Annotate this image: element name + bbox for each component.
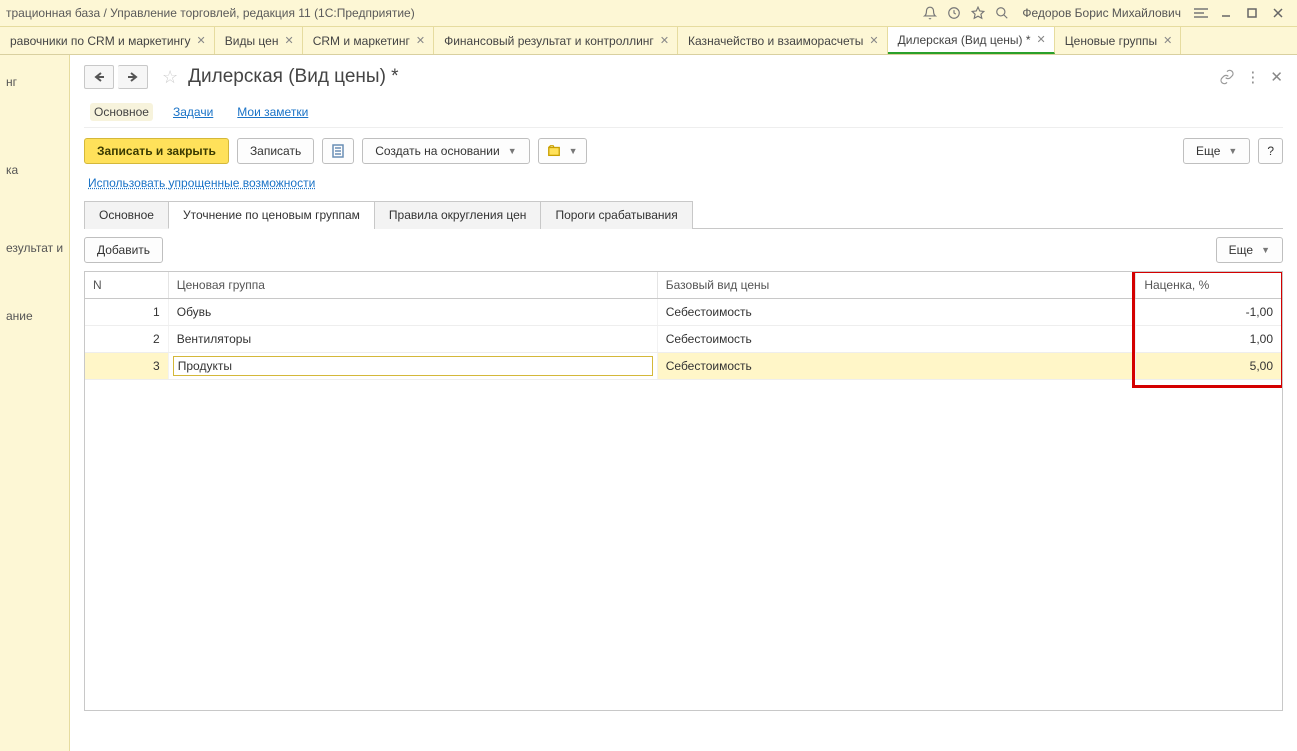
col-base-price[interactable]: Базовый вид цены <box>657 272 1136 299</box>
more-button[interactable]: Еще▼ <box>1183 138 1250 164</box>
user-name[interactable]: Федоров Борис Михайлович <box>1014 6 1189 20</box>
close-icon[interactable]: ✕ <box>197 34 206 47</box>
col-markup[interactable]: Наценка, % <box>1136 272 1282 299</box>
close-icon[interactable]: ✕ <box>416 34 425 47</box>
table-header-row: N Ценовая группа Базовый вид цены Наценк… <box>85 272 1282 299</box>
star-icon[interactable] <box>966 2 990 24</box>
form-tab-main[interactable]: Основное <box>84 201 169 229</box>
tab-price-types[interactable]: Виды цен✕ <box>215 27 303 54</box>
sidebar-item[interactable]: нг <box>4 63 65 101</box>
command-bar: Записать и закрыть Записать Создать на о… <box>84 138 1283 164</box>
section-tabs: Основное Задачи Мои заметки <box>84 99 1283 128</box>
sidebar: нг ка езультат и ание <box>0 55 70 751</box>
sidebar-item[interactable]: ание <box>4 297 65 335</box>
sidebar-item[interactable]: ка <box>4 151 65 189</box>
kebab-icon[interactable]: ⋮ <box>1245 68 1260 86</box>
table-row[interactable]: 1 Обувь Себестоимость -1,00 <box>85 299 1282 326</box>
use-simplified-link[interactable]: Использовать упрощенные возможности <box>88 176 315 190</box>
app-title: трационная база / Управление торговлей, … <box>6 6 918 20</box>
tab-price-groups[interactable]: Ценовые группы✕ <box>1055 27 1182 54</box>
close-button[interactable] <box>1265 2 1291 24</box>
section-tab-tasks[interactable]: Задачи <box>169 103 217 121</box>
close-icon[interactable]: ✕ <box>284 34 293 47</box>
close-page-icon[interactable]: ✕ <box>1270 68 1283 86</box>
tab-treasury[interactable]: Казначейство и взаиморасчеты✕ <box>678 27 888 54</box>
form-tab-rounding[interactable]: Правила округления цен <box>374 201 542 229</box>
document-tabs: равочники по CRM и маркетингу✕ Виды цен✕… <box>0 27 1297 55</box>
create-based-on-button[interactable]: Создать на основании▼ <box>362 138 529 164</box>
save-button[interactable]: Записать <box>237 138 314 164</box>
col-n[interactable]: N <box>85 272 168 299</box>
link-icon[interactable] <box>1219 69 1235 85</box>
titlebar: трационная база / Управление торговлей, … <box>0 0 1297 27</box>
form-tab-price-groups[interactable]: Уточнение по ценовым группам <box>168 201 375 229</box>
attachments-button[interactable]: ▼ <box>538 138 587 164</box>
form-tabs: Основное Уточнение по ценовым группам Пр… <box>84 200 1283 229</box>
close-icon[interactable]: ✕ <box>869 34 878 47</box>
close-icon[interactable]: ✕ <box>1037 33 1046 46</box>
section-tab-notes[interactable]: Мои заметки <box>233 103 312 121</box>
tab-crm-directories[interactable]: равочники по CRM и маркетингу✕ <box>0 27 215 54</box>
tab-financial-result[interactable]: Финансовый результат и контроллинг✕ <box>434 27 678 54</box>
tab-crm-marketing[interactable]: CRM и маркетинг✕ <box>303 27 434 54</box>
sidebar-item[interactable]: езультат и <box>4 229 65 267</box>
table-row[interactable]: 3 Продукты Себестоимость 5,00 <box>85 353 1282 380</box>
menu-icon[interactable] <box>1189 2 1213 24</box>
table-row[interactable]: 2 Вентиляторы Себестоимость 1,00 <box>85 326 1282 353</box>
price-group-edit-cell[interactable]: Продукты <box>173 356 653 376</box>
favorite-star-icon[interactable]: ☆ <box>162 67 178 88</box>
form-tab-thresholds[interactable]: Пороги срабатывания <box>540 201 692 229</box>
report-button[interactable] <box>322 138 354 164</box>
tab-dealer-price-type[interactable]: Дилерская (Вид цены) *✕ <box>888 27 1055 54</box>
search-icon[interactable] <box>990 2 1014 24</box>
history-icon[interactable] <box>942 2 966 24</box>
section-tab-main[interactable]: Основное <box>90 103 153 121</box>
bell-icon[interactable] <box>918 2 942 24</box>
page-title: Дилерская (Вид цены) * <box>188 66 398 88</box>
grid-more-button[interactable]: Еще▼ <box>1216 237 1283 263</box>
maximize-button[interactable] <box>1239 2 1265 24</box>
nav-back-button[interactable] <box>84 65 114 89</box>
save-and-close-button[interactable]: Записать и закрыть <box>84 138 229 164</box>
main-content: ☆ Дилерская (Вид цены) * ⋮ ✕ Основное За… <box>70 55 1297 751</box>
help-button[interactable]: ? <box>1258 138 1283 164</box>
close-icon[interactable]: ✕ <box>1163 34 1172 47</box>
price-groups-grid[interactable]: N Ценовая группа Базовый вид цены Наценк… <box>84 271 1283 711</box>
close-icon[interactable]: ✕ <box>660 34 669 47</box>
grid-toolbar: Добавить Еще▼ <box>84 229 1283 271</box>
col-price-group[interactable]: Ценовая группа <box>168 272 657 299</box>
add-row-button[interactable]: Добавить <box>84 237 163 263</box>
minimize-button[interactable] <box>1213 2 1239 24</box>
nav-forward-button[interactable] <box>118 65 148 89</box>
